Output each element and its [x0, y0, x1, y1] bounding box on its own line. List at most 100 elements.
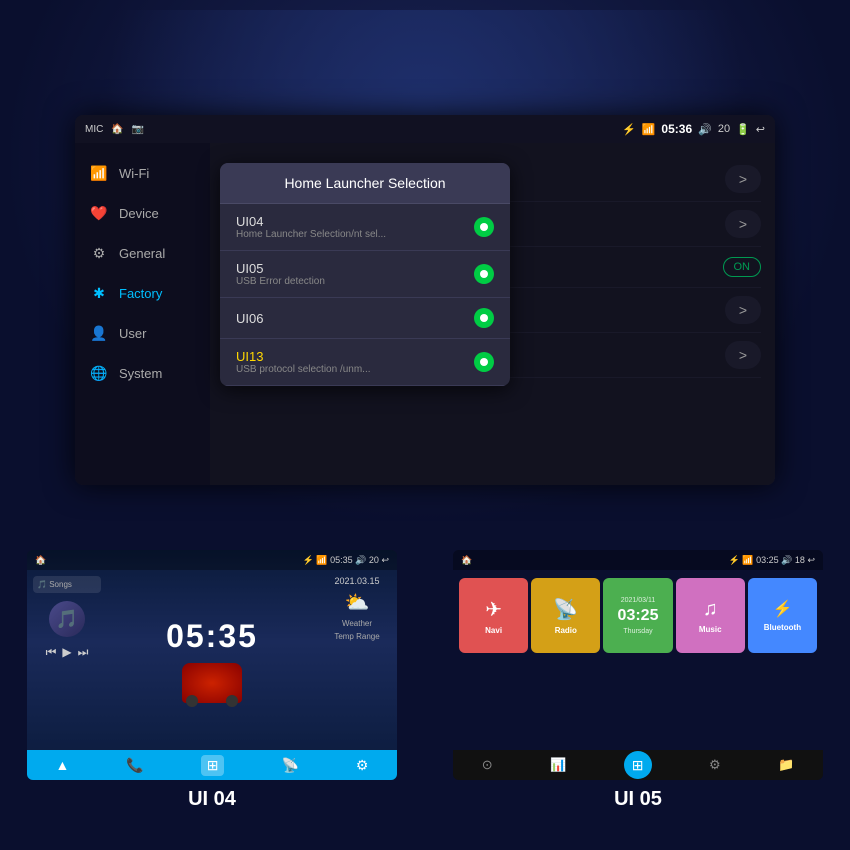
dialog-option-ui13[interactable]: UI13 USB protocol selection /unm... — [220, 339, 510, 386]
car-visual — [182, 663, 242, 703]
ui05-nav-folder[interactable]: 📁 — [778, 757, 794, 773]
bluetooth-status-icon: ⚡ — [622, 123, 636, 136]
bluetooth-icon: ⚡ — [772, 599, 792, 619]
ui05-nav-gear[interactable]: ⚙ — [709, 757, 721, 773]
ui05-app-grid: ✈ Navi 📡 Radio 2021/03/11 03:25 Thursday… — [453, 570, 823, 661]
ui04-status-right: ⚡ 📶 05:35 🔊 20 ↩ — [303, 555, 389, 566]
back-icon[interactable]: ↩ — [756, 123, 765, 136]
weather-sub: Temp Range — [334, 632, 379, 641]
ui13-radio — [474, 352, 494, 372]
bottom-panels: 🏠 ⚡ 📶 05:35 🔊 20 ↩ 🎵 — [0, 540, 850, 850]
ui04-back: ↩ — [381, 555, 389, 565]
sidebar-item-wifi[interactable]: 📶 Wi-Fi — [75, 153, 210, 193]
general-icon: ⚙ — [89, 243, 109, 263]
song-label: Songs — [49, 580, 72, 589]
ui04-content: 🏠 ⚡ 📶 05:35 🔊 20 ↩ 🎵 — [27, 550, 397, 780]
sidebar-label-device: Device — [119, 206, 159, 221]
ui13-label: UI13 — [236, 349, 371, 364]
play-btn[interactable]: ▶ — [62, 645, 71, 660]
sidebar-item-device[interactable]: ❤️ Device — [75, 193, 210, 233]
dialog-option-ui13-text: UI13 USB protocol selection /unm... — [236, 349, 371, 375]
status-left: MIC 🏠 📷 — [85, 124, 144, 135]
ui04-battery: 20 — [369, 555, 379, 565]
ui05-status-left: 🏠 — [461, 555, 472, 566]
sidebar: 📶 Wi-Fi ❤️ Device ⚙ General ✱ Factory 👤 … — [75, 143, 210, 485]
datetime-day: Thursday — [623, 628, 652, 635]
song-widget: 🎵 Songs — [33, 576, 101, 593]
ui04-status-left: 🏠 — [35, 555, 46, 566]
dialog-option-ui05-text: UI05 USB Error detection — [236, 261, 325, 287]
sidebar-item-factory[interactable]: ✱ Factory — [75, 273, 210, 313]
factory-icon: ✱ — [89, 283, 109, 303]
sidebar-label-factory: Factory — [119, 286, 162, 301]
ui04-vol: 🔊 — [355, 555, 366, 565]
sidebar-label-wifi: Wi-Fi — [119, 166, 149, 181]
ui04-big-time: 05:35 — [166, 618, 258, 655]
nav-location[interactable]: ▲ — [55, 757, 69, 773]
ui05-radio-inner — [480, 270, 488, 278]
app-tile-music[interactable]: ♫ Music — [676, 578, 745, 653]
sidebar-item-general[interactable]: ⚙ General — [75, 233, 210, 273]
weather-icon: ⛅ — [345, 590, 370, 615]
ui05-home-icon: 🏠 — [461, 555, 472, 565]
ui04-right: 2021.03.15 ⛅ Weather Temp Range — [317, 570, 397, 750]
ui05-panel-label: UI 05 — [614, 788, 662, 811]
ui06-radio-inner — [480, 314, 488, 322]
status-right: ⚡ 📶 05:36 🔊 20 🔋 ↩ — [622, 122, 765, 136]
ui04-wifi-icon: 📶 — [316, 555, 327, 565]
panel-ui05: 🏠 ⚡ 📶 03:25 🔊 18 ↩ ✈ Navi — [426, 540, 850, 850]
nav-phone[interactable]: 📞 — [126, 757, 143, 774]
ui05-nav-settings2[interactable]: ⊙ — [482, 757, 493, 773]
ui13-sublabel: USB protocol selection /unm... — [236, 364, 371, 375]
prev-btn[interactable]: ⏮ — [46, 645, 57, 660]
ui05-vol: 🔊 — [781, 555, 792, 565]
app-tile-datetime[interactable]: 2021/03/11 03:25 Thursday — [603, 578, 672, 653]
ui05-nav-stats[interactable]: 📊 — [550, 757, 566, 773]
ui04-sublabel: Home Launcher Selection/nt sel... — [236, 229, 386, 240]
nav-radio[interactable]: 📡 — [281, 757, 298, 774]
song-icon: 🎵 — [37, 580, 47, 589]
nav-home-active[interactable]: ⊞ — [201, 755, 225, 776]
music-disc-icon: 🎵 — [49, 601, 85, 637]
dialog-option-ui04-text: UI04 Home Launcher Selection/nt sel... — [236, 214, 386, 240]
sidebar-item-system[interactable]: 🌐 System — [75, 353, 210, 393]
ui04-panel-label: UI 04 — [188, 788, 236, 811]
navi-label: Navi — [485, 626, 502, 635]
app-tile-navi[interactable]: ✈ Navi — [459, 578, 528, 653]
nav-settings[interactable]: ⚙ — [356, 757, 369, 774]
ui05-screen-container: 🏠 ⚡ 📶 03:25 🔊 18 ↩ ✈ Navi — [453, 550, 823, 780]
system-icon: 🌐 — [89, 363, 109, 383]
battery-icon: 🔋 — [736, 123, 750, 136]
dialog-option-ui05[interactable]: UI05 USB Error detection — [220, 251, 510, 298]
mic-label: MIC — [85, 124, 103, 135]
app-tile-bluetooth[interactable]: ⚡ Bluetooth — [748, 578, 817, 653]
next-btn[interactable]: ⏭ — [78, 645, 89, 660]
status-time: 05:36 — [661, 122, 692, 136]
ui04-home-icon: 🏠 — [35, 555, 46, 565]
music-label: Music — [699, 625, 722, 634]
ui04-statusbar: 🏠 ⚡ 📶 05:35 🔊 20 ↩ — [27, 550, 397, 570]
dialog-option-ui06[interactable]: UI06 — [220, 298, 510, 339]
radio-label: Radio — [555, 626, 577, 635]
ui05-battery: 18 — [795, 555, 805, 565]
datetime-date: 2021/03/11 — [621, 597, 656, 604]
ui06-label: UI06 — [236, 311, 263, 326]
ui04-radio-inner — [480, 223, 488, 231]
dialog-title: Home Launcher Selection — [220, 163, 510, 204]
ui04-time: 05:35 — [330, 555, 353, 565]
dialog-overlay: Home Launcher Selection UI04 Home Launch… — [210, 143, 775, 485]
ui04-screen: 🏠 ⚡ 📶 05:35 🔊 20 ↩ 🎵 — [27, 550, 397, 780]
ui05-statusbar: 🏠 ⚡ 📶 03:25 🔊 18 ↩ — [453, 550, 823, 570]
ui05-radio — [474, 264, 494, 284]
device-icon: ❤️ — [89, 203, 109, 223]
ui05-nav-home-active[interactable]: ⊞ — [624, 751, 652, 779]
dialog-option-ui04[interactable]: UI04 Home Launcher Selection/nt sel... — [220, 204, 510, 251]
ui04-bt-icon: ⚡ — [303, 555, 314, 565]
camera-icon: 📷 — [132, 124, 144, 135]
app-tile-radio[interactable]: 📡 Radio — [531, 578, 600, 653]
battery-level: 20 — [718, 123, 730, 135]
wifi-icon: 📶 — [89, 163, 109, 183]
sidebar-label-system: System — [119, 366, 162, 381]
sidebar-label-general: General — [119, 246, 165, 261]
sidebar-item-user[interactable]: 👤 User — [75, 313, 210, 353]
